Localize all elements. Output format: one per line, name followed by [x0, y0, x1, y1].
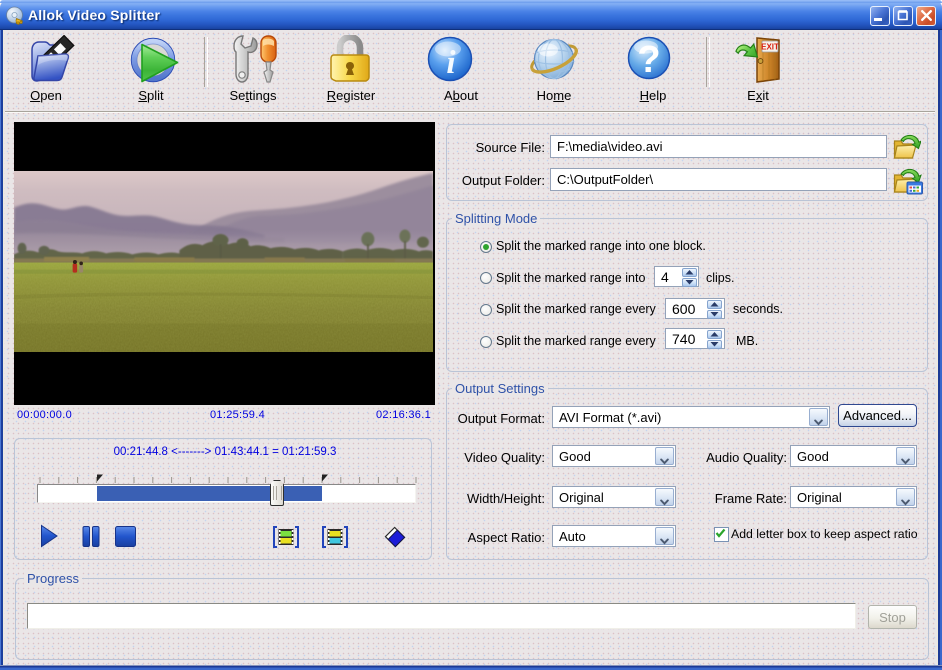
svg-text:i: i [446, 45, 456, 81]
svg-text:?: ? [637, 39, 660, 80]
svg-text:EXIT: EXIT [761, 43, 779, 52]
